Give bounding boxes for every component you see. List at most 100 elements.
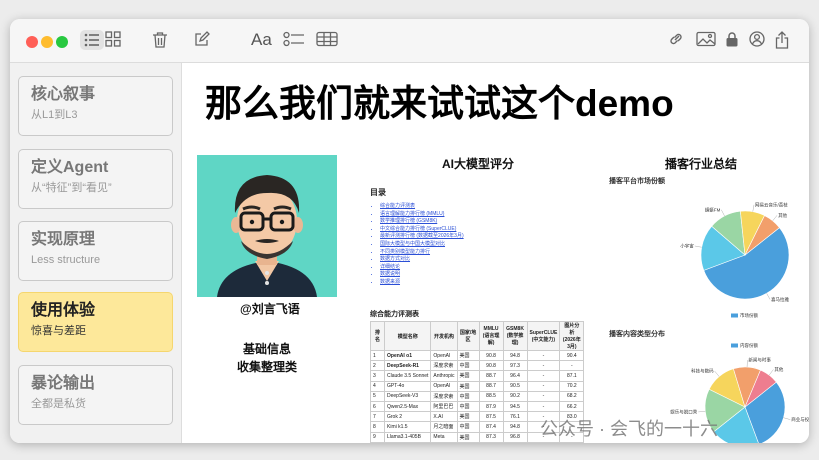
toc-link[interactable]: 综合能力评测表	[380, 203, 464, 211]
format-button[interactable]: Aa	[251, 30, 272, 50]
table-cell: 86.8	[478, 441, 504, 443]
sidebar-item-define-agent[interactable]: 定义Agent 从“特征”到“看见”	[18, 149, 173, 209]
table-cell: -	[526, 370, 561, 382]
table-cell: 美国	[456, 380, 480, 392]
table-cell: 88.7	[478, 380, 504, 392]
sidebar-item-title: 暴论输出	[31, 375, 96, 392]
table-cell: 88.7	[478, 370, 504, 382]
checklist-button[interactable]	[283, 31, 305, 47]
table-cell: 94.8	[502, 349, 528, 362]
table-header-cell: SuperCLUE (中文能力)	[526, 321, 561, 351]
table-cell: Kimi k1.5	[383, 421, 432, 433]
notes-window: Aa 核心叙事 从L1到L3 定义Agent 从“特征”到“看见” 实现原理 L…	[10, 19, 809, 443]
table-cell: 90.8	[478, 349, 504, 362]
table-cell: 90.2	[502, 390, 528, 402]
table-cell: 96.8	[502, 431, 528, 443]
table-cell: Grok 2	[383, 411, 432, 423]
table-cell: 10	[370, 441, 385, 443]
legend-swatch	[731, 343, 738, 348]
pie-label-line	[772, 215, 778, 221]
pie-label-line	[698, 411, 706, 413]
table-cell: Claude3-Opus	[383, 441, 432, 443]
sidebar-item-experience[interactable]: 使用体验 惊喜与差距	[18, 292, 173, 352]
table-cell: 美国	[456, 431, 480, 443]
table-header-cell: 国家/地区	[456, 321, 480, 351]
sidebar-item-subtitle: 从“特征”到“看见”	[31, 182, 112, 194]
table-cell: 3	[370, 370, 385, 382]
toc-link[interactable]: 数据来源	[380, 279, 464, 287]
table-cell: Anthropic	[430, 441, 458, 443]
table-cell: 90.8	[478, 360, 504, 372]
table-icon	[316, 31, 338, 47]
sidebar-item-narrative[interactable]: 核心叙事 从L1到L3	[18, 76, 173, 136]
slide-canvas[interactable]: 那么我们就来试试这个demo @刘言飞语 基础信息 收集整理类 AI大模型评分 …	[183, 63, 809, 443]
table-cell: -	[526, 360, 561, 372]
table-cell: 2	[370, 360, 385, 372]
table-cell: 中国	[456, 390, 480, 402]
toc-heading: 目录	[370, 188, 386, 197]
table-cell: 深度求索	[430, 390, 458, 402]
toc-link[interactable]: 国际大模型与中国大模型对比	[380, 241, 464, 249]
sidebar-item-principle[interactable]: 实现原理 Less structure	[18, 221, 173, 281]
table-cell: X.AI	[430, 411, 458, 423]
table-cell: 87.1	[559, 370, 585, 382]
table-header-cell: GSM8K (数学推理)	[502, 321, 528, 351]
pie-slice-label: 新闻与时事	[748, 357, 771, 364]
list-icon	[84, 33, 99, 47]
lock-icon	[726, 32, 738, 47]
table-cell: Qwen2.5-Max	[383, 400, 432, 413]
table-cell: Meta	[430, 431, 458, 443]
person-icon	[749, 31, 765, 47]
minimize-window-button[interactable]	[41, 36, 53, 48]
table-cell: 7	[370, 411, 385, 423]
table-cell: 66.2	[559, 400, 585, 413]
table-cell: 87.3	[478, 431, 504, 443]
table-cell: OpenAI	[430, 349, 458, 362]
new-note-button[interactable]	[194, 31, 210, 47]
sidebar-item-title: 使用体验	[31, 302, 96, 319]
table-cell: 深度求索	[430, 360, 458, 372]
table-cell: 96.4	[502, 370, 528, 382]
sidebar-item-title: 实现原理	[31, 231, 96, 248]
pie-label-line	[783, 417, 791, 420]
toc-link[interactable]: 数据说明	[380, 271, 464, 279]
table-cell: 4	[370, 380, 385, 392]
share-button[interactable]	[775, 31, 789, 49]
maximize-window-button[interactable]	[56, 36, 68, 48]
sidebar-item-opinions[interactable]: 暴论输出 全都是私货	[18, 365, 173, 425]
table-cell: 6	[370, 400, 385, 413]
table-cell: 87.5	[478, 411, 504, 423]
pie-slice-label: 商业与投资	[791, 416, 809, 423]
toc-link[interactable]: 数学推理排行榜 (GSM8K)	[380, 218, 464, 226]
table-row: 10Claude3-OpusAnthropic美国86.895.0--	[370, 441, 585, 443]
toc-link[interactable]: 数据方式对比	[380, 256, 464, 264]
link-button[interactable]	[668, 31, 684, 47]
collaborate-button[interactable]	[749, 31, 765, 47]
table-cell: -	[526, 390, 561, 402]
section-heading: 综合能力评测表	[370, 311, 419, 318]
table-row: 2 DeepSeek-R1 深度求索 中国 90.8 97.3- -	[370, 360, 585, 372]
compose-icon	[195, 31, 210, 46]
table-button[interactable]	[316, 31, 338, 47]
pie-slice-label: 科技与数码	[691, 368, 714, 375]
info-category-label: 收集整理类	[237, 360, 298, 374]
close-window-button[interactable]	[26, 36, 38, 48]
gallery-view-button[interactable]	[105, 31, 121, 47]
ai-model-score-doc: AI大模型评分 目录 综合能力评测表语言理解能力排行榜 (MMLU)数学推理排行…	[366, 155, 606, 443]
pie-slice-label: 其他	[774, 366, 783, 373]
table-header-cell: MMLU (语言理解)	[478, 321, 504, 351]
table-cell: 97.3	[502, 360, 528, 372]
media-button[interactable]	[696, 31, 716, 47]
lock-button[interactable]	[725, 31, 739, 47]
list-view-button[interactable]	[80, 30, 104, 50]
checklist-icon	[283, 31, 304, 47]
table-cell: 95.0	[502, 441, 528, 443]
pie-label-line	[721, 209, 725, 217]
delete-button[interactable]	[152, 31, 168, 49]
table-cell: 中国	[456, 421, 480, 433]
table-cell: DeepSeek-R1	[383, 360, 432, 372]
sidebar-item-subtitle: 惊喜与差距	[31, 325, 86, 337]
toc-link[interactable]: 最新评测排行榜 (数据截至2026年3月)	[380, 233, 464, 241]
table-cell: DeepSeek-V3	[383, 390, 432, 402]
watermark: 公众号 · 会飞的一十六	[540, 419, 718, 439]
